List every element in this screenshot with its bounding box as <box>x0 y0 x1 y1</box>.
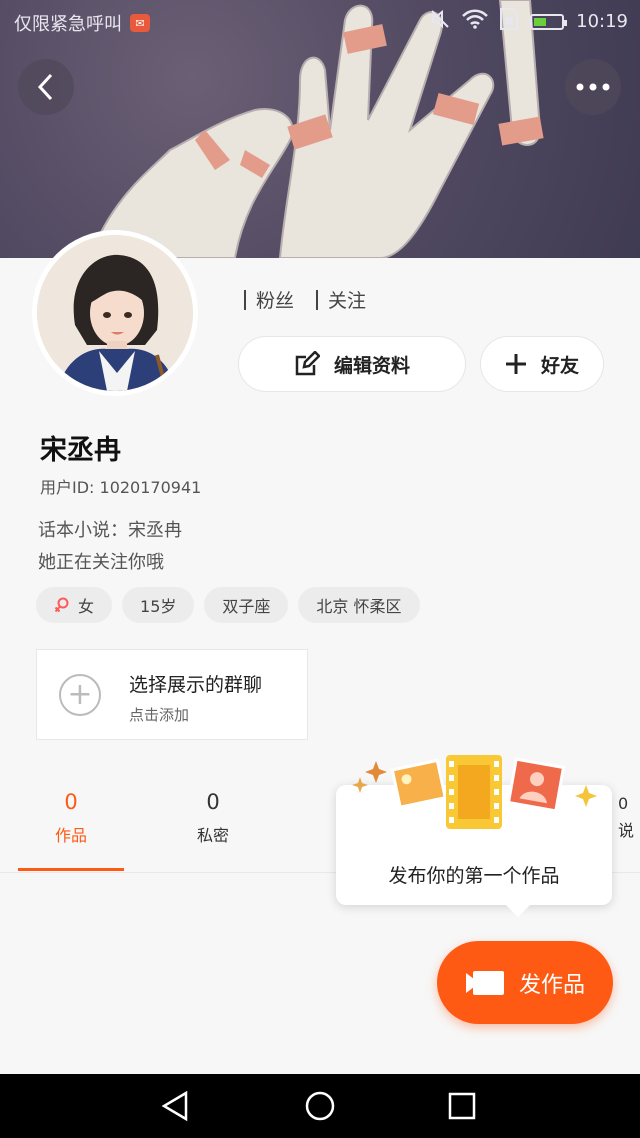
group-card-title: 选择展示的群聊 <box>129 674 263 696</box>
more-button[interactable] <box>565 59 621 115</box>
tab-private[interactable]: 0 私密 <box>160 790 266 846</box>
nav-home-button[interactable] <box>304 1090 336 1122</box>
avatar[interactable] <box>32 230 198 396</box>
group-card-subtitle: 点击添加 <box>129 706 190 724</box>
publish-label: 发作品 <box>518 972 585 998</box>
battery-icon <box>530 13 568 30</box>
nav-back-button[interactable] <box>160 1090 192 1122</box>
fans-count[interactable]: 粉丝 <box>244 286 294 313</box>
profile-tags: 女 15岁 双子座 北京 怀柔区 <box>36 587 420 623</box>
wifi-icon <box>462 9 489 34</box>
zodiac-tag: 双子座 <box>204 587 289 623</box>
media-illustration <box>352 755 597 829</box>
image-card-icon <box>390 758 447 809</box>
clock: 10:19 <box>576 11 628 32</box>
plus-icon <box>505 354 526 374</box>
edit-icon <box>295 351 320 376</box>
tab-count: 0 <box>64 790 78 814</box>
nav-recents-button[interactable] <box>446 1090 478 1122</box>
carrier-text: 仅限紧急呼叫 <box>14 14 122 35</box>
back-button[interactable] <box>18 59 74 115</box>
tab-partial[interactable]: 0 说 <box>618 790 634 844</box>
circle-home-icon <box>305 1091 335 1121</box>
tab-count: 0 <box>206 790 220 814</box>
status-bar: 仅限紧急呼叫 ✉ 10:19 <box>0 0 640 44</box>
tab-label: 作品 <box>54 826 87 845</box>
first-work-tooltip[interactable]: 发布你的第一个作品 <box>336 755 612 917</box>
chevron-left-icon <box>37 73 53 101</box>
bio-line: 她正在关注你哦 <box>38 552 164 573</box>
group-chat-card[interactable]: + 选择展示的群聊 点击添加 <box>36 649 308 740</box>
film-icon <box>446 755 502 829</box>
avatar-image <box>37 235 193 391</box>
gender-tag: 女 <box>36 587 113 623</box>
publish-button[interactable]: 发作品 <box>437 941 613 1024</box>
triangle-back-icon <box>161 1090 188 1122</box>
square-recents-icon <box>448 1092 476 1120</box>
bio-line: 话本小说：宋丞冉 <box>38 520 182 541</box>
more-dots-icon <box>576 83 610 91</box>
female-icon <box>54 597 69 613</box>
add-friend-button[interactable]: 好友 <box>480 336 604 392</box>
mail-icon: ✉ <box>130 14 150 32</box>
age-tag: 15岁 <box>122 587 195 623</box>
profile-counts: 粉丝 关注 <box>244 286 366 313</box>
location-tag: 北京 怀柔区 <box>298 587 420 623</box>
video-camera-icon <box>465 970 504 995</box>
add-circle-icon: + <box>59 674 101 716</box>
person-card-icon <box>506 757 566 813</box>
sim-icon <box>500 8 519 35</box>
mute-icon <box>430 9 450 34</box>
tab-active-indicator <box>18 868 124 871</box>
add-friend-label: 好友 <box>540 354 579 377</box>
edit-profile-label: 编辑资料 <box>333 354 410 377</box>
user-name: 宋丞冉 <box>40 435 121 466</box>
tab-label: 私密 <box>196 826 229 845</box>
tooltip-text: 发布你的第一个作品 <box>388 865 560 887</box>
status-right: 10:19 <box>430 8 628 35</box>
status-left: 仅限紧急呼叫 ✉ <box>14 10 150 36</box>
user-id: 用户ID: 1020170941 <box>40 478 202 497</box>
tab-works[interactable]: 0 作品 <box>18 790 124 846</box>
system-nav-bar <box>0 1074 640 1138</box>
following-count[interactable]: 关注 <box>316 286 366 313</box>
edit-profile-button[interactable]: 编辑资料 <box>238 336 466 392</box>
